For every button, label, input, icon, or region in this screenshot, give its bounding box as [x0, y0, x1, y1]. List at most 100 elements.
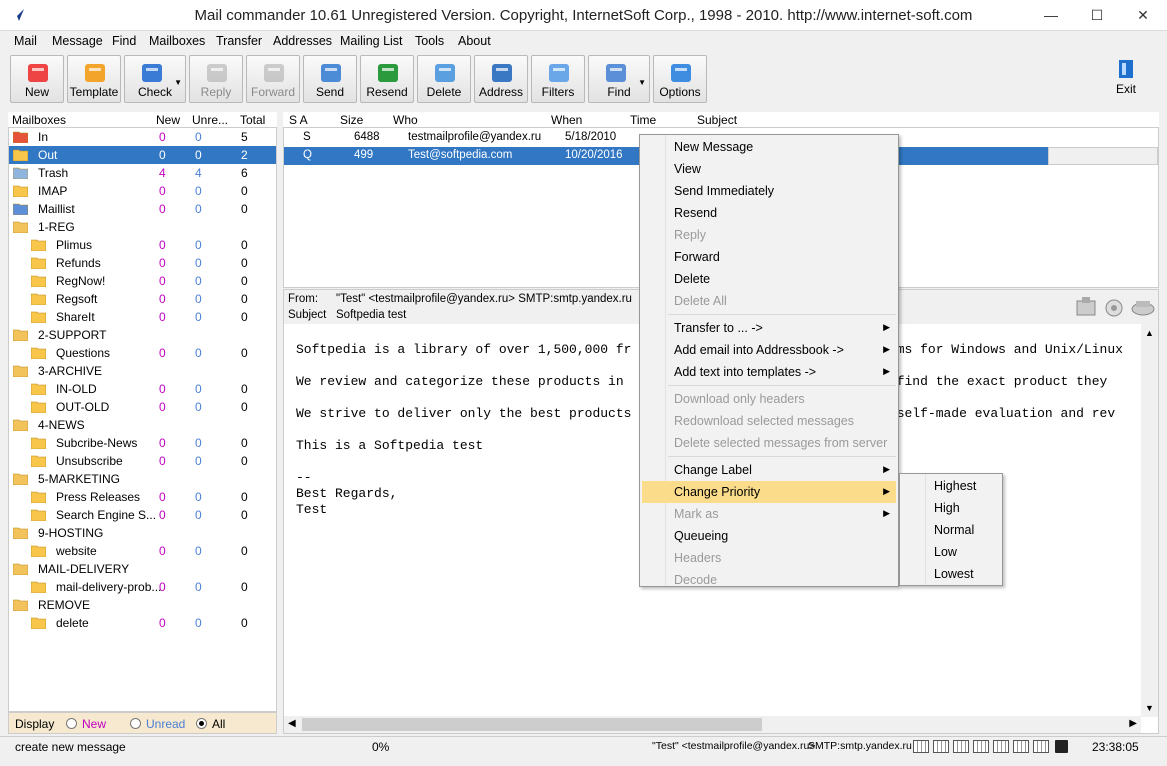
col-who[interactable]: Who — [393, 113, 418, 127]
context-item-new-message[interactable]: New Message — [642, 136, 896, 158]
radio-unread[interactable] — [130, 718, 141, 729]
status-pane-icon[interactable] — [973, 740, 989, 753]
context-item-change-label[interactable]: Change Label ▶ — [642, 459, 896, 481]
mailbox-out-old[interactable]: OUT-OLD 0 0 0 — [9, 398, 276, 416]
col-new[interactable]: New — [156, 113, 180, 127]
mailbox-website[interactable]: website 0 0 0 — [9, 542, 276, 560]
radio-new-label[interactable]: New — [82, 717, 106, 731]
col-sa[interactable]: S A — [289, 113, 308, 127]
scroll-down-icon[interactable]: ▼ — [1145, 703, 1154, 713]
template-button[interactable]: Template — [67, 55, 121, 103]
context-item-view[interactable]: View — [642, 158, 896, 180]
mailbox-2-support[interactable]: 2-SUPPORT — [9, 326, 276, 344]
maximize-button[interactable]: ☐ — [1074, 0, 1120, 30]
mailbox-in-old[interactable]: IN-OLD 0 0 0 — [9, 380, 276, 398]
mailbox-unsubscribe[interactable]: Unsubscribe 0 0 0 — [9, 452, 276, 470]
menu-tools[interactable]: Tools — [415, 34, 444, 48]
context-item-send-immediately[interactable]: Send Immediately — [642, 180, 896, 202]
mailbox-9-hosting[interactable]: 9-HOSTING — [9, 524, 276, 542]
menu-transfer[interactable]: Transfer — [216, 34, 262, 48]
priority-lowest[interactable]: Lowest — [902, 563, 1000, 585]
dropdown-arrow-icon[interactable]: ▼ — [638, 78, 646, 87]
context-item-add-email-into-addressbook[interactable]: Add email into Addressbook -> ▶ — [642, 339, 896, 361]
mailbox-3-archive[interactable]: 3-ARCHIVE — [9, 362, 276, 380]
mailbox-mail-delivery-prob-[interactable]: mail-delivery-prob... 0 0 0 — [9, 578, 276, 596]
filters-button[interactable]: Filters — [531, 55, 585, 103]
mailbox-mail-delivery[interactable]: MAIL-DELIVERY — [9, 560, 276, 578]
mailbox-questions[interactable]: Questions 0 0 0 — [9, 344, 276, 362]
attachment-icon[interactable] — [1074, 295, 1098, 319]
priority-high[interactable]: High — [902, 497, 1000, 519]
mailbox-1-reg[interactable]: 1-REG — [9, 218, 276, 236]
context-item-delete-selected-messages-from-server[interactable]: Delete selected messages from server — [642, 432, 896, 454]
context-item-forward[interactable]: Forward — [642, 246, 896, 268]
status-pane-icon[interactable] — [1033, 740, 1049, 753]
mailbox-search-engine-s-[interactable]: Search Engine S... 0 0 0 — [9, 506, 276, 524]
context-item-transfer-to[interactable]: Transfer to ... -> ▶ — [642, 317, 896, 339]
send-button[interactable]: Send — [303, 55, 357, 103]
status-pane-icon[interactable] — [1013, 740, 1029, 753]
mailbox-shareit[interactable]: ShareIt 0 0 0 — [9, 308, 276, 326]
mailbox-regnow-[interactable]: RegNow! 0 0 0 — [9, 272, 276, 290]
mailbox-subcribe-news[interactable]: Subcribe-News 0 0 0 — [9, 434, 276, 452]
mailbox-4-news[interactable]: 4-NEWS — [9, 416, 276, 434]
priority-highest[interactable]: Highest — [902, 475, 1000, 497]
context-item-headers[interactable]: Headers — [642, 547, 896, 569]
radio-all-label[interactable]: All — [212, 717, 225, 731]
menu-mailboxes[interactable]: Mailboxes — [149, 34, 205, 48]
preview-horizontal-scrollbar[interactable]: ◀ ▶ — [284, 716, 1141, 733]
mailbox-imap[interactable]: IMAP 0 0 0 — [9, 182, 276, 200]
close-button[interactable]: ✕ — [1120, 0, 1166, 30]
col-size[interactable]: Size — [340, 113, 363, 127]
scroll-left-icon[interactable]: ◀ — [288, 718, 296, 729]
col-time[interactable]: Time — [630, 113, 656, 127]
status-pane-icon[interactable] — [993, 740, 1009, 753]
minimize-button[interactable]: — — [1028, 0, 1074, 30]
mailbox-out[interactable]: Out 0 0 2 — [9, 146, 276, 164]
menu-find[interactable]: Find — [112, 34, 136, 48]
col-unread[interactable]: Unre... — [192, 113, 228, 127]
new-button[interactable]: New — [10, 55, 64, 103]
mailbox-plimus[interactable]: Plimus 0 0 0 — [9, 236, 276, 254]
context-item-delete-all[interactable]: Delete All — [642, 290, 896, 312]
status-pane-icon[interactable] — [953, 740, 969, 753]
priority-normal[interactable]: Normal — [902, 519, 1000, 541]
server-icon[interactable] — [1130, 295, 1156, 319]
context-item-delete[interactable]: Delete — [642, 268, 896, 290]
context-item-resend[interactable]: Resend — [642, 202, 896, 224]
dropdown-arrow-icon[interactable]: ▼ — [174, 78, 182, 87]
status-pane-icon[interactable] — [933, 740, 949, 753]
mailbox-5-marketing[interactable]: 5-MARKETING — [9, 470, 276, 488]
scroll-up-icon[interactable]: ▲ — [1145, 328, 1154, 338]
save-icon[interactable] — [1055, 740, 1068, 753]
mailbox-delete[interactable]: delete 0 0 0 — [9, 614, 276, 632]
radio-unread-label[interactable]: Unread — [146, 717, 185, 731]
context-item-mark-as[interactable]: Mark as ▶ — [642, 503, 896, 525]
resend-button[interactable]: Resend — [360, 55, 414, 103]
find-button[interactable]: Find ▼ — [588, 55, 650, 103]
menu-mail[interactable]: Mail — [14, 34, 37, 48]
col-subject[interactable]: Subject — [697, 113, 737, 127]
context-item-redownload-selected-messages[interactable]: Redownload selected messages — [642, 410, 896, 432]
menu-message[interactable]: Message — [52, 34, 103, 48]
context-item-add-text-into-templates[interactable]: Add text into templates -> ▶ — [642, 361, 896, 383]
mailbox-remove[interactable]: REMOVE — [9, 596, 276, 614]
status-pane-icon[interactable] — [913, 740, 929, 753]
print-icon[interactable] — [1102, 295, 1126, 319]
horizontal-scroll-thumb[interactable] — [302, 718, 762, 731]
col-total[interactable]: Total — [240, 113, 265, 127]
check-button[interactable]: Check ▼ — [124, 55, 186, 103]
priority-low[interactable]: Low — [902, 541, 1000, 563]
radio-all[interactable] — [196, 718, 207, 729]
reply-button[interactable]: Reply — [189, 55, 243, 103]
col-mailboxes[interactable]: Mailboxes — [12, 113, 66, 127]
radio-new[interactable] — [66, 718, 77, 729]
col-when[interactable]: When — [551, 113, 582, 127]
context-item-change-priority[interactable]: Change Priority ▶ — [642, 481, 896, 503]
exit-button[interactable]: Exit — [1106, 59, 1146, 101]
mailbox-refunds[interactable]: Refunds 0 0 0 — [9, 254, 276, 272]
context-item-download-only-headers[interactable]: Download only headers — [642, 388, 896, 410]
forward-button[interactable]: Forward — [246, 55, 300, 103]
context-item-reply[interactable]: Reply — [642, 224, 896, 246]
menu-mailing-list[interactable]: Mailing List — [340, 34, 403, 48]
